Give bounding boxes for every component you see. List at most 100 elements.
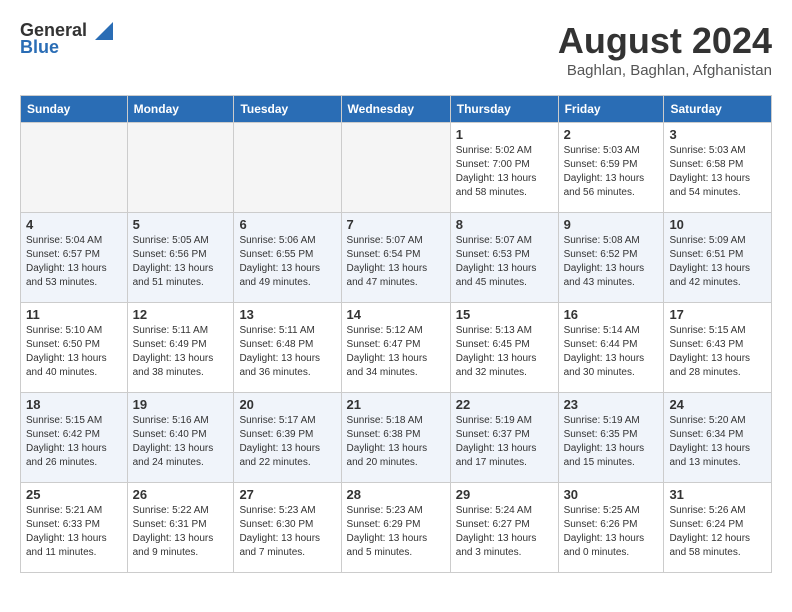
day-number: 21 — [347, 397, 445, 412]
day-info: Sunrise: 5:11 AM Sunset: 6:49 PM Dayligh… — [133, 324, 229, 380]
day-number: 23 — [564, 397, 659, 412]
day-number: 5 — [133, 217, 229, 232]
day-info: Sunrise: 5:07 AM Sunset: 6:54 PM Dayligh… — [347, 234, 445, 290]
calendar-cell: 7 Sunrise: 5:07 AM Sunset: 6:54 PM Daylig… — [341, 213, 450, 303]
calendar-table: SundayMondayTuesdayWednesdayThursdayFrid… — [20, 95, 772, 573]
day-info: Sunrise: 5:12 AM Sunset: 6:47 PM Dayligh… — [347, 324, 445, 380]
weekday-header-saturday: Saturday — [664, 96, 772, 123]
day-info: Sunrise: 5:11 AM Sunset: 6:48 PM Dayligh… — [239, 324, 335, 380]
day-number: 16 — [564, 307, 659, 322]
day-info: Sunrise: 5:22 AM Sunset: 6:31 PM Dayligh… — [133, 504, 229, 560]
day-info: Sunrise: 5:13 AM Sunset: 6:45 PM Dayligh… — [456, 324, 553, 380]
day-number: 13 — [239, 307, 335, 322]
month-title: August 2024 — [558, 20, 772, 62]
calendar-cell: 9 Sunrise: 5:08 AM Sunset: 6:52 PM Daylig… — [558, 213, 664, 303]
day-number: 12 — [133, 307, 229, 322]
calendar-cell: 11 Sunrise: 5:10 AM Sunset: 6:50 PM Dayli… — [21, 303, 128, 393]
calendar-cell: 13 Sunrise: 5:11 AM Sunset: 6:48 PM Dayli… — [234, 303, 341, 393]
day-info: Sunrise: 5:25 AM Sunset: 6:26 PM Dayligh… — [564, 504, 659, 560]
calendar-cell: 1 Sunrise: 5:02 AM Sunset: 7:00 PM Daylig… — [450, 123, 558, 213]
location-subtitle: Baghlan, Baghlan, Afghanistan — [558, 62, 772, 79]
day-number: 26 — [133, 487, 229, 502]
calendar-cell: 24 Sunrise: 5:20 AM Sunset: 6:34 PM Dayli… — [664, 393, 772, 483]
day-info: Sunrise: 5:20 AM Sunset: 6:34 PM Dayligh… — [669, 414, 766, 470]
weekday-header-row: SundayMondayTuesdayWednesdayThursdayFrid… — [21, 96, 772, 123]
calendar-cell: 29 Sunrise: 5:24 AM Sunset: 6:27 PM Dayli… — [450, 483, 558, 573]
day-info: Sunrise: 5:03 AM Sunset: 6:59 PM Dayligh… — [564, 144, 659, 200]
calendar-cell — [127, 123, 234, 213]
day-number: 4 — [26, 217, 122, 232]
day-number: 8 — [456, 217, 553, 232]
calendar-week-row: 4 Sunrise: 5:04 AM Sunset: 6:57 PM Daylig… — [21, 213, 772, 303]
day-info: Sunrise: 5:14 AM Sunset: 6:44 PM Dayligh… — [564, 324, 659, 380]
day-number: 31 — [669, 487, 766, 502]
day-info: Sunrise: 5:09 AM Sunset: 6:51 PM Dayligh… — [669, 234, 766, 290]
day-info: Sunrise: 5:07 AM Sunset: 6:53 PM Dayligh… — [456, 234, 553, 290]
day-number: 15 — [456, 307, 553, 322]
calendar-cell: 28 Sunrise: 5:23 AM Sunset: 6:29 PM Dayli… — [341, 483, 450, 573]
weekday-header-wednesday: Wednesday — [341, 96, 450, 123]
day-number: 6 — [239, 217, 335, 232]
calendar-cell: 27Sunrise: 5:23 AM Sunset: 6:30 PM Dayli… — [234, 483, 341, 573]
day-number: 11 — [26, 307, 122, 322]
logo: General Blue — [20, 20, 113, 58]
day-number: 20 — [239, 397, 335, 412]
day-info: Sunrise: 5:06 AM Sunset: 6:55 PM Dayligh… — [239, 234, 335, 290]
day-info: Sunrise: 5:23 AM Sunset: 6:30 PM Dayligh… — [239, 504, 335, 560]
day-info: Sunrise: 5:10 AM Sunset: 6:50 PM Dayligh… — [26, 324, 122, 380]
day-info: Sunrise: 5:05 AM Sunset: 6:56 PM Dayligh… — [133, 234, 229, 290]
day-number: 25 — [26, 487, 122, 502]
day-number: 17 — [669, 307, 766, 322]
day-info: Sunrise: 5:23 AM Sunset: 6:29 PM Dayligh… — [347, 504, 445, 560]
calendar-cell: 8 Sunrise: 5:07 AM Sunset: 6:53 PM Daylig… — [450, 213, 558, 303]
calendar-week-row: 11 Sunrise: 5:10 AM Sunset: 6:50 PM Dayli… — [21, 303, 772, 393]
day-info: Sunrise: 5:17 AM Sunset: 6:39 PM Dayligh… — [239, 414, 335, 470]
day-number: 10 — [669, 217, 766, 232]
calendar-week-row: 25 Sunrise: 5:21 AM Sunset: 6:33 PM Dayli… — [21, 483, 772, 573]
day-info: Sunrise: 5:26 AM Sunset: 6:24 PM Dayligh… — [669, 504, 766, 560]
day-number: 2 — [564, 127, 659, 142]
header: General Blue August 2024 Baghlan, Baghla… — [20, 20, 772, 79]
weekday-header-tuesday: Tuesday — [234, 96, 341, 123]
calendar-cell: 25 Sunrise: 5:21 AM Sunset: 6:33 PM Dayli… — [21, 483, 128, 573]
day-info: Sunrise: 5:02 AM Sunset: 7:00 PM Dayligh… — [456, 144, 553, 200]
day-info: Sunrise: 5:15 AM Sunset: 6:42 PM Dayligh… — [26, 414, 122, 470]
calendar-cell: 18Sunrise: 5:15 AM Sunset: 6:42 PM Dayli… — [21, 393, 128, 483]
day-info: Sunrise: 5:16 AM Sunset: 6:40 PM Dayligh… — [133, 414, 229, 470]
logo-icon — [91, 22, 113, 40]
day-number: 22 — [456, 397, 553, 412]
calendar-cell: 5 Sunrise: 5:05 AM Sunset: 6:56 PM Daylig… — [127, 213, 234, 303]
weekday-header-thursday: Thursday — [450, 96, 558, 123]
weekday-header-monday: Monday — [127, 96, 234, 123]
calendar-cell: 4 Sunrise: 5:04 AM Sunset: 6:57 PM Daylig… — [21, 213, 128, 303]
day-number: 29 — [456, 487, 553, 502]
calendar-cell — [341, 123, 450, 213]
day-info: Sunrise: 5:15 AM Sunset: 6:43 PM Dayligh… — [669, 324, 766, 380]
day-info: Sunrise: 5:04 AM Sunset: 6:57 PM Dayligh… — [26, 234, 122, 290]
calendar-cell — [21, 123, 128, 213]
day-number: 19 — [133, 397, 229, 412]
day-number: 3 — [669, 127, 766, 142]
calendar-cell: 10 Sunrise: 5:09 AM Sunset: 6:51 PM Dayli… — [664, 213, 772, 303]
calendar-week-row: 18Sunrise: 5:15 AM Sunset: 6:42 PM Dayli… — [21, 393, 772, 483]
day-number: 14 — [347, 307, 445, 322]
day-number: 1 — [456, 127, 553, 142]
day-number: 7 — [347, 217, 445, 232]
day-info: Sunrise: 5:08 AM Sunset: 6:52 PM Dayligh… — [564, 234, 659, 290]
calendar-cell: 17 Sunrise: 5:15 AM Sunset: 6:43 PM Dayli… — [664, 303, 772, 393]
day-number: 24 — [669, 397, 766, 412]
calendar-cell: 15 Sunrise: 5:13 AM Sunset: 6:45 PM Dayli… — [450, 303, 558, 393]
calendar-cell: 12 Sunrise: 5:11 AM Sunset: 6:49 PM Dayli… — [127, 303, 234, 393]
day-info: Sunrise: 5:24 AM Sunset: 6:27 PM Dayligh… — [456, 504, 553, 560]
calendar-cell: 3Sunrise: 5:03 AM Sunset: 6:58 PM Daylig… — [664, 123, 772, 213]
calendar-cell: 19 Sunrise: 5:16 AM Sunset: 6:40 PM Dayli… — [127, 393, 234, 483]
calendar-cell: 26 Sunrise: 5:22 AM Sunset: 6:31 PM Dayli… — [127, 483, 234, 573]
logo-blue-text: Blue — [20, 37, 59, 58]
day-info: Sunrise: 5:21 AM Sunset: 6:33 PM Dayligh… — [26, 504, 122, 560]
day-number: 28 — [347, 487, 445, 502]
calendar-cell: 22Sunrise: 5:19 AM Sunset: 6:37 PM Dayli… — [450, 393, 558, 483]
day-number: 30 — [564, 487, 659, 502]
calendar-cell: 21Sunrise: 5:18 AM Sunset: 6:38 PM Dayli… — [341, 393, 450, 483]
calendar-cell: 20 Sunrise: 5:17 AM Sunset: 6:39 PM Dayli… — [234, 393, 341, 483]
day-number: 9 — [564, 217, 659, 232]
